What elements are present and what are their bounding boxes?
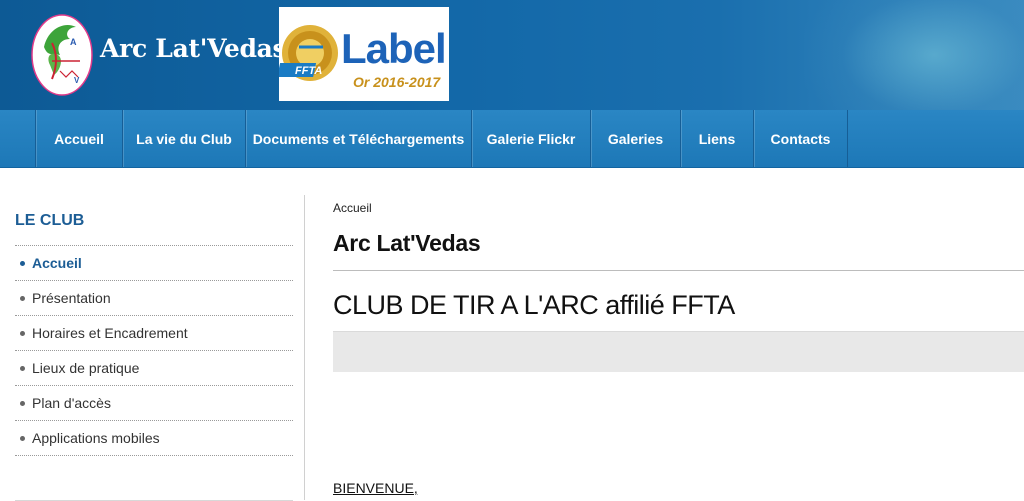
bullet-icon	[20, 435, 25, 441]
site-header: A V Arc Lat'Vedas FFTA Label Or 2016-201…	[0, 0, 1024, 110]
welcome-text: BIENVENUE,	[333, 480, 418, 496]
svg-text:A: A	[70, 37, 77, 47]
title-divider	[333, 270, 1024, 271]
sidebar-title: LE CLUB	[15, 195, 293, 246]
page-subtitle: CLUB DE TIR A L'ARC affilié FFTA	[333, 290, 735, 320]
svg-text:FFTA: FFTA	[295, 65, 322, 77]
sidebar: LE CLUB Accueil Présentation Horaires et…	[15, 195, 293, 501]
sidebar-item-applications[interactable]: Applications mobiles	[15, 421, 293, 456]
sidebar-item-presentation[interactable]: Présentation	[15, 281, 293, 316]
header-decoration	[804, 0, 1024, 110]
bullet-icon	[20, 365, 25, 371]
sidebar-item-label: Horaires et Encadrement	[32, 325, 188, 341]
nav-item-accueil[interactable]: Accueil	[35, 110, 122, 167]
club-logo[interactable]: A V	[30, 13, 94, 97]
sidebar-item-label: Accueil	[32, 255, 82, 271]
sidebar-item-label: Présentation	[32, 290, 111, 306]
svg-text:Label: Label	[341, 25, 446, 72]
nav-item-vie-du-club[interactable]: La vie du Club	[122, 110, 245, 167]
site-name[interactable]: Arc Lat'Vedas	[100, 34, 287, 63]
nav-item-contacts[interactable]: Contacts	[753, 110, 848, 167]
ffta-label-logo: FFTA Label Or 2016-2017	[279, 7, 449, 101]
nav-item-liens[interactable]: Liens	[680, 110, 753, 167]
bullet-icon	[20, 400, 25, 406]
page-title: Arc Lat'Vedas	[333, 230, 481, 256]
sidebar-item-lieux[interactable]: Lieux de pratique	[15, 351, 293, 386]
svg-text:Or 2016-2017: Or 2016-2017	[353, 74, 441, 90]
column-divider	[304, 195, 305, 500]
sidebar-divider	[15, 456, 293, 501]
nav-item-galerie-flickr[interactable]: Galerie Flickr	[471, 110, 590, 167]
main-nav: Accueil La vie du Club Documents et Télé…	[0, 110, 1024, 168]
sidebar-item-label: Lieux de pratique	[32, 360, 140, 376]
sidebar-item-label: Applications mobiles	[32, 430, 160, 446]
main-content: Accueil Arc Lat'Vedas CLUB DE TIR A L'AR…	[333, 200, 1024, 496]
bullet-icon	[20, 260, 25, 266]
bullet-icon	[20, 330, 25, 336]
breadcrumb[interactable]: Accueil	[333, 200, 1024, 216]
nav-item-galeries[interactable]: Galeries	[590, 110, 680, 167]
sidebar-item-plan-acces[interactable]: Plan d'accès	[15, 386, 293, 421]
sidebar-item-accueil[interactable]: Accueil	[15, 246, 293, 281]
content-band	[333, 331, 1024, 372]
sidebar-item-label: Plan d'accès	[32, 395, 111, 411]
svg-text:V: V	[74, 76, 80, 85]
nav-item-documents[interactable]: Documents et Téléchargements	[245, 110, 471, 167]
sidebar-item-horaires[interactable]: Horaires et Encadrement	[15, 316, 293, 351]
bullet-icon	[20, 295, 25, 301]
